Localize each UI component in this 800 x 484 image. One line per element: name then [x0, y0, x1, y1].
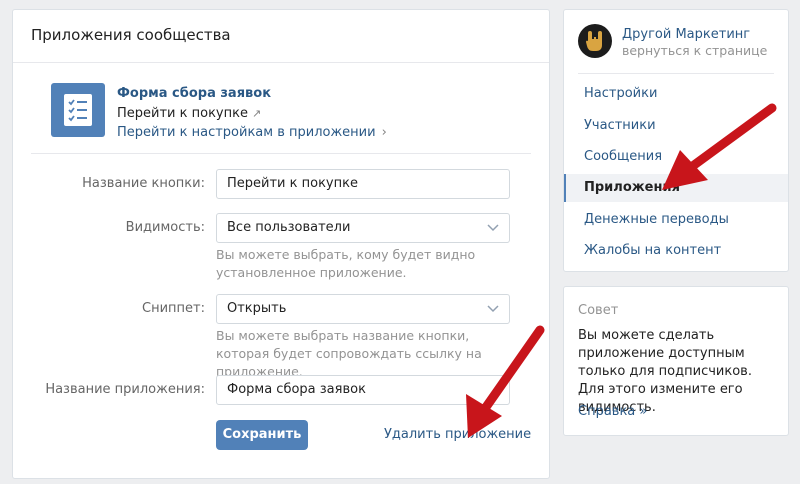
community-apps-panel: Приложения сообщества Форма сбора заявок… — [12, 9, 550, 479]
divider — [578, 73, 774, 74]
buy-link[interactable]: Перейти к покупке ↗ — [117, 106, 261, 121]
app-name-input[interactable]: Форма сбора заявок — [216, 375, 510, 405]
sidebar-item-messages[interactable]: Сообщения — [564, 143, 788, 171]
snippet-hint: Вы можете выбрать название кнопки, котор… — [216, 328, 482, 379]
chevron-down-icon — [487, 224, 499, 232]
save-button[interactable]: Сохранить — [216, 420, 308, 450]
app-settings-link[interactable]: Перейти к настройкам в приложении › — [117, 125, 387, 140]
rock-hand-icon — [586, 31, 602, 51]
buy-link-label: Перейти к покупке — [117, 106, 248, 121]
avatar[interactable] — [578, 24, 612, 58]
visibility-value: Все пользователи — [227, 220, 351, 235]
snippet-select[interactable]: Открыть — [216, 294, 510, 324]
app-settings-link-label: Перейти к настройкам в приложении — [117, 125, 376, 140]
button-name-value: Перейти к покупке — [227, 176, 358, 191]
sidebar-nav: Другой Маркетинг вернуться к странице На… — [563, 9, 789, 272]
sidebar-item-money-transfers[interactable]: Денежные переводы — [564, 206, 788, 234]
chevron-right-icon: › — [381, 125, 387, 140]
divider — [13, 62, 549, 63]
page-title: Приложения сообщества — [31, 26, 231, 44]
snippet-label: Сниппет: — [142, 301, 205, 316]
sidebar-item-members[interactable]: Участники — [564, 112, 788, 140]
app-name-value: Форма сбора заявок — [227, 382, 366, 397]
visibility-label: Видимость: — [125, 220, 205, 235]
tip-panel: Совет Вы можете сделать приложение досту… — [563, 286, 789, 436]
sidebar-item-content-reports[interactable]: Жалобы на контент — [564, 237, 788, 265]
delete-app-link[interactable]: Удалить приложение — [384, 427, 531, 442]
button-name-label: Название кнопки: — [82, 176, 205, 191]
app-name-label: Название приложения: — [45, 382, 205, 397]
chevron-down-icon — [487, 305, 499, 313]
sidebar-item-settings[interactable]: Настройки — [564, 80, 788, 108]
external-link-icon: ↗ — [251, 107, 262, 120]
sidebar-item-apps[interactable]: Приложения — [564, 174, 788, 202]
button-name-input[interactable]: Перейти к покупке — [216, 169, 510, 199]
back-to-page-link[interactable]: вернуться к странице — [622, 43, 767, 58]
divider — [31, 153, 531, 154]
snippet-value: Открыть — [227, 301, 287, 316]
tip-title: Совет — [578, 303, 619, 318]
visibility-select[interactable]: Все пользователи — [216, 213, 510, 243]
checklist-icon — [51, 83, 105, 137]
help-link[interactable]: Справка » — [578, 404, 647, 419]
community-name-link[interactable]: Другой Маркетинг — [622, 27, 750, 42]
visibility-hint: Вы можете выбрать, кому будет видно уста… — [216, 247, 476, 280]
app-name-link[interactable]: Форма сбора заявок — [117, 86, 271, 101]
